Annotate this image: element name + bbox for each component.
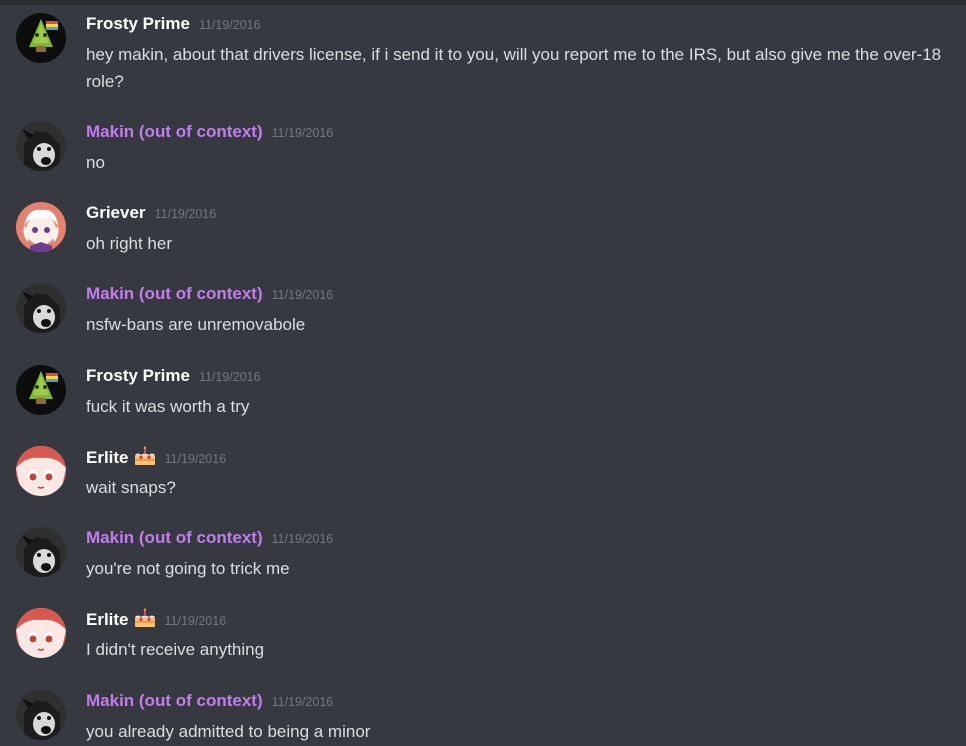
timestamp[interactable]: 11/19/2016 — [165, 452, 227, 466]
message-text: hey makin, about that drivers license, i… — [86, 45, 942, 91]
username[interactable]: Makin (out of context) — [86, 284, 263, 303]
message-header: Griever 11/19/2016 — [86, 202, 216, 224]
username[interactable]: Erlite — [86, 610, 129, 629]
avatar-frosty-prime[interactable] — [16, 365, 66, 415]
message-header: Makin (out of context) 11/19/2016 — [86, 121, 333, 143]
message-header: Makin (out of context) 11/19/2016 — [86, 690, 333, 712]
message-text: you already admitted to being a minor — [86, 722, 371, 741]
avatar-erlite[interactable] — [16, 608, 66, 658]
message-text: wait snaps? — [86, 478, 176, 497]
avatar-makin[interactable] — [16, 690, 66, 740]
message-text: you're not going to trick me — [86, 559, 290, 578]
avatar-frosty-prime[interactable] — [16, 13, 66, 63]
timestamp[interactable]: 11/19/2016 — [272, 288, 334, 302]
username[interactable]: Makin (out of context) — [86, 528, 263, 547]
timestamp[interactable]: 11/19/2016 — [155, 207, 217, 221]
message-text: nsfw-bans are unremovabole — [86, 315, 306, 334]
message-header: Frosty Prime 11/19/2016 — [86, 13, 261, 35]
username[interactable]: Erlite — [86, 448, 129, 467]
cake-emoji-icon — [134, 446, 156, 473]
timestamp[interactable]: 11/19/2016 — [272, 695, 334, 709]
message-text: I didn't receive anything — [86, 640, 265, 659]
username[interactable]: Frosty Prime — [86, 366, 190, 385]
username[interactable]: Griever — [86, 203, 146, 222]
message-text: fuck it was worth a try — [86, 397, 250, 416]
timestamp[interactable]: 11/19/2016 — [199, 18, 261, 32]
message-text: oh right her — [86, 234, 172, 253]
message-header: Makin (out of context) 11/19/2016 — [86, 283, 333, 305]
cake-emoji-icon — [134, 608, 156, 635]
avatar-makin[interactable] — [16, 283, 66, 333]
message-header: Erlite 11/19/2016 — [86, 446, 226, 468]
message-text: no — [86, 153, 105, 172]
avatar-erlite[interactable] — [16, 446, 66, 496]
message-header: Frosty Prime 11/19/2016 — [86, 365, 261, 387]
avatar-griever[interactable] — [16, 202, 66, 252]
message-header: Erlite 11/19/2016 — [86, 608, 226, 630]
avatar-makin[interactable] — [16, 121, 66, 171]
timestamp[interactable]: 11/19/2016 — [165, 614, 227, 628]
username[interactable]: Makin (out of context) — [86, 691, 263, 710]
message-header: Makin (out of context) 11/19/2016 — [86, 527, 333, 549]
message-list: Frosty Prime 11/19/2016 hey makin, about … — [0, 0, 966, 746]
avatar-makin[interactable] — [16, 527, 66, 577]
timestamp[interactable]: 11/19/2016 — [199, 370, 261, 384]
username[interactable]: Makin (out of context) — [86, 122, 263, 141]
timestamp[interactable]: 11/19/2016 — [272, 532, 334, 546]
timestamp[interactable]: 11/19/2016 — [272, 126, 334, 140]
username[interactable]: Frosty Prime — [86, 14, 190, 33]
